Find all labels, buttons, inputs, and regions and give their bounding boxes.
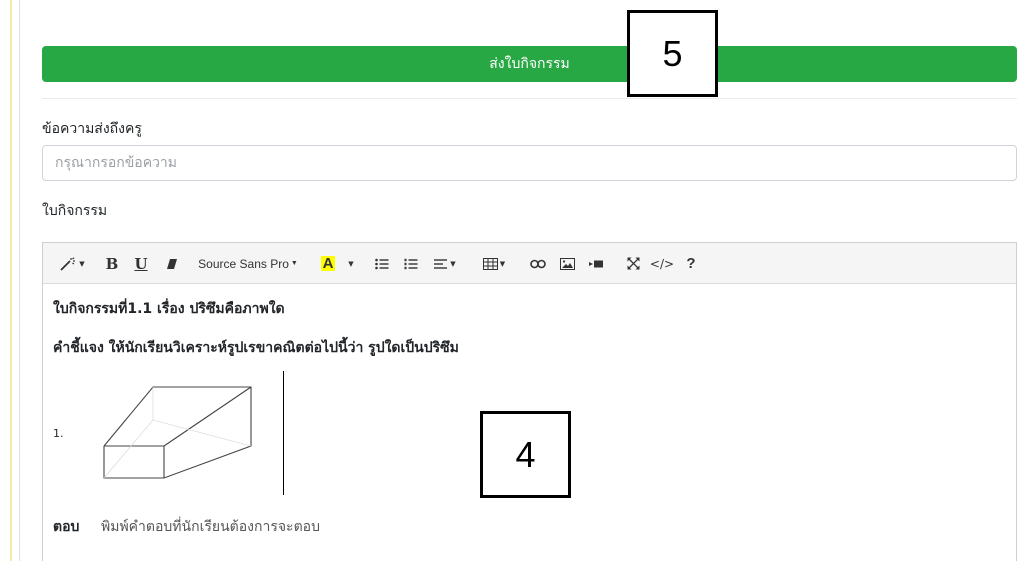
table-dropdown[interactable]: ▼ xyxy=(475,243,513,284)
image-icon xyxy=(559,257,575,270)
link-icon xyxy=(530,259,546,269)
help-icon: ? xyxy=(686,255,696,272)
underline-button[interactable]: U xyxy=(130,243,152,284)
chevron-down-icon: ▼ xyxy=(348,259,354,268)
section-divider xyxy=(42,98,1017,99)
table-icon xyxy=(482,257,498,270)
font-family-dropdown[interactable]: Source Sans Pro ▼ xyxy=(193,243,303,284)
submit-worksheet-button[interactable]: ส่งใบกิจกรรม xyxy=(42,46,1017,82)
fullscreen-button[interactable] xyxy=(621,243,645,284)
font-family-value: Source Sans Pro xyxy=(198,256,289,271)
numbered-list-icon xyxy=(404,258,418,270)
text-color-dropdown[interactable]: ▼ xyxy=(342,243,358,284)
magic-wand-icon xyxy=(59,256,77,271)
question-number: 1. xyxy=(53,427,64,440)
left-yellow-rule xyxy=(10,0,12,561)
left-grey-rule xyxy=(19,0,20,561)
figure-divider-line xyxy=(283,371,284,495)
style-dropdown[interactable]: ▼ xyxy=(53,243,91,284)
eraser-icon xyxy=(165,258,179,270)
worksheet-label: ใบกิจกรรม xyxy=(42,203,108,219)
text-color-letter: A xyxy=(320,255,336,272)
insert-video-button[interactable] xyxy=(584,243,608,284)
answer-label: ตอบ xyxy=(53,519,80,535)
insert-image-button[interactable] xyxy=(555,243,579,284)
video-icon xyxy=(588,259,604,269)
bold-button[interactable]: B xyxy=(101,243,123,284)
message-label: ข้อความส่งถึงครู xyxy=(42,121,142,137)
unordered-list-button[interactable] xyxy=(370,243,394,284)
chevron-down-icon: ▼ xyxy=(79,259,85,268)
expand-arrows-icon xyxy=(627,257,640,270)
paragraph-align-dropdown[interactable]: ▼ xyxy=(427,243,463,284)
code-icon: </> xyxy=(649,256,675,271)
align-left-icon xyxy=(434,258,448,270)
answer-placeholder-text[interactable]: พิมพ์คำตอบที่นักเรียนต้องการจะตอบ xyxy=(101,516,320,538)
worksheet-title: ใบกิจกรรมที่1.1 เรื่อง ปริซึมคือภาพใด xyxy=(53,301,285,317)
message-input[interactable] xyxy=(42,145,1017,181)
chevron-down-icon: ▼ xyxy=(450,259,456,268)
bullet-list-icon xyxy=(375,258,389,270)
code-view-button[interactable]: </> xyxy=(649,243,675,284)
worksheet-instruction: คำชี้แจง ให้นักเรียนวิเคราะห์รูปเรขาคณิต… xyxy=(53,340,459,356)
insert-link-button[interactable] xyxy=(526,243,550,284)
rich-text-editor: ▼ B U Source Sans Pro ▼ A ▼ ▼ ▼ </> ? ใบ… xyxy=(42,242,1017,561)
annotation-box-5: 5 xyxy=(627,10,718,97)
chevron-down-icon: ▼ xyxy=(499,259,506,268)
help-button[interactable]: ? xyxy=(680,243,702,284)
annotation-box-4: 4 xyxy=(480,411,571,498)
editor-toolbar: ▼ B U Source Sans Pro ▼ A ▼ ▼ ▼ </> ? xyxy=(43,243,1016,284)
ordered-list-button[interactable] xyxy=(399,243,423,284)
text-color-button[interactable]: A xyxy=(315,243,341,284)
chevron-down-icon: ▼ xyxy=(290,260,298,267)
clear-format-button[interactable] xyxy=(159,243,185,284)
prism-figure xyxy=(103,386,252,479)
